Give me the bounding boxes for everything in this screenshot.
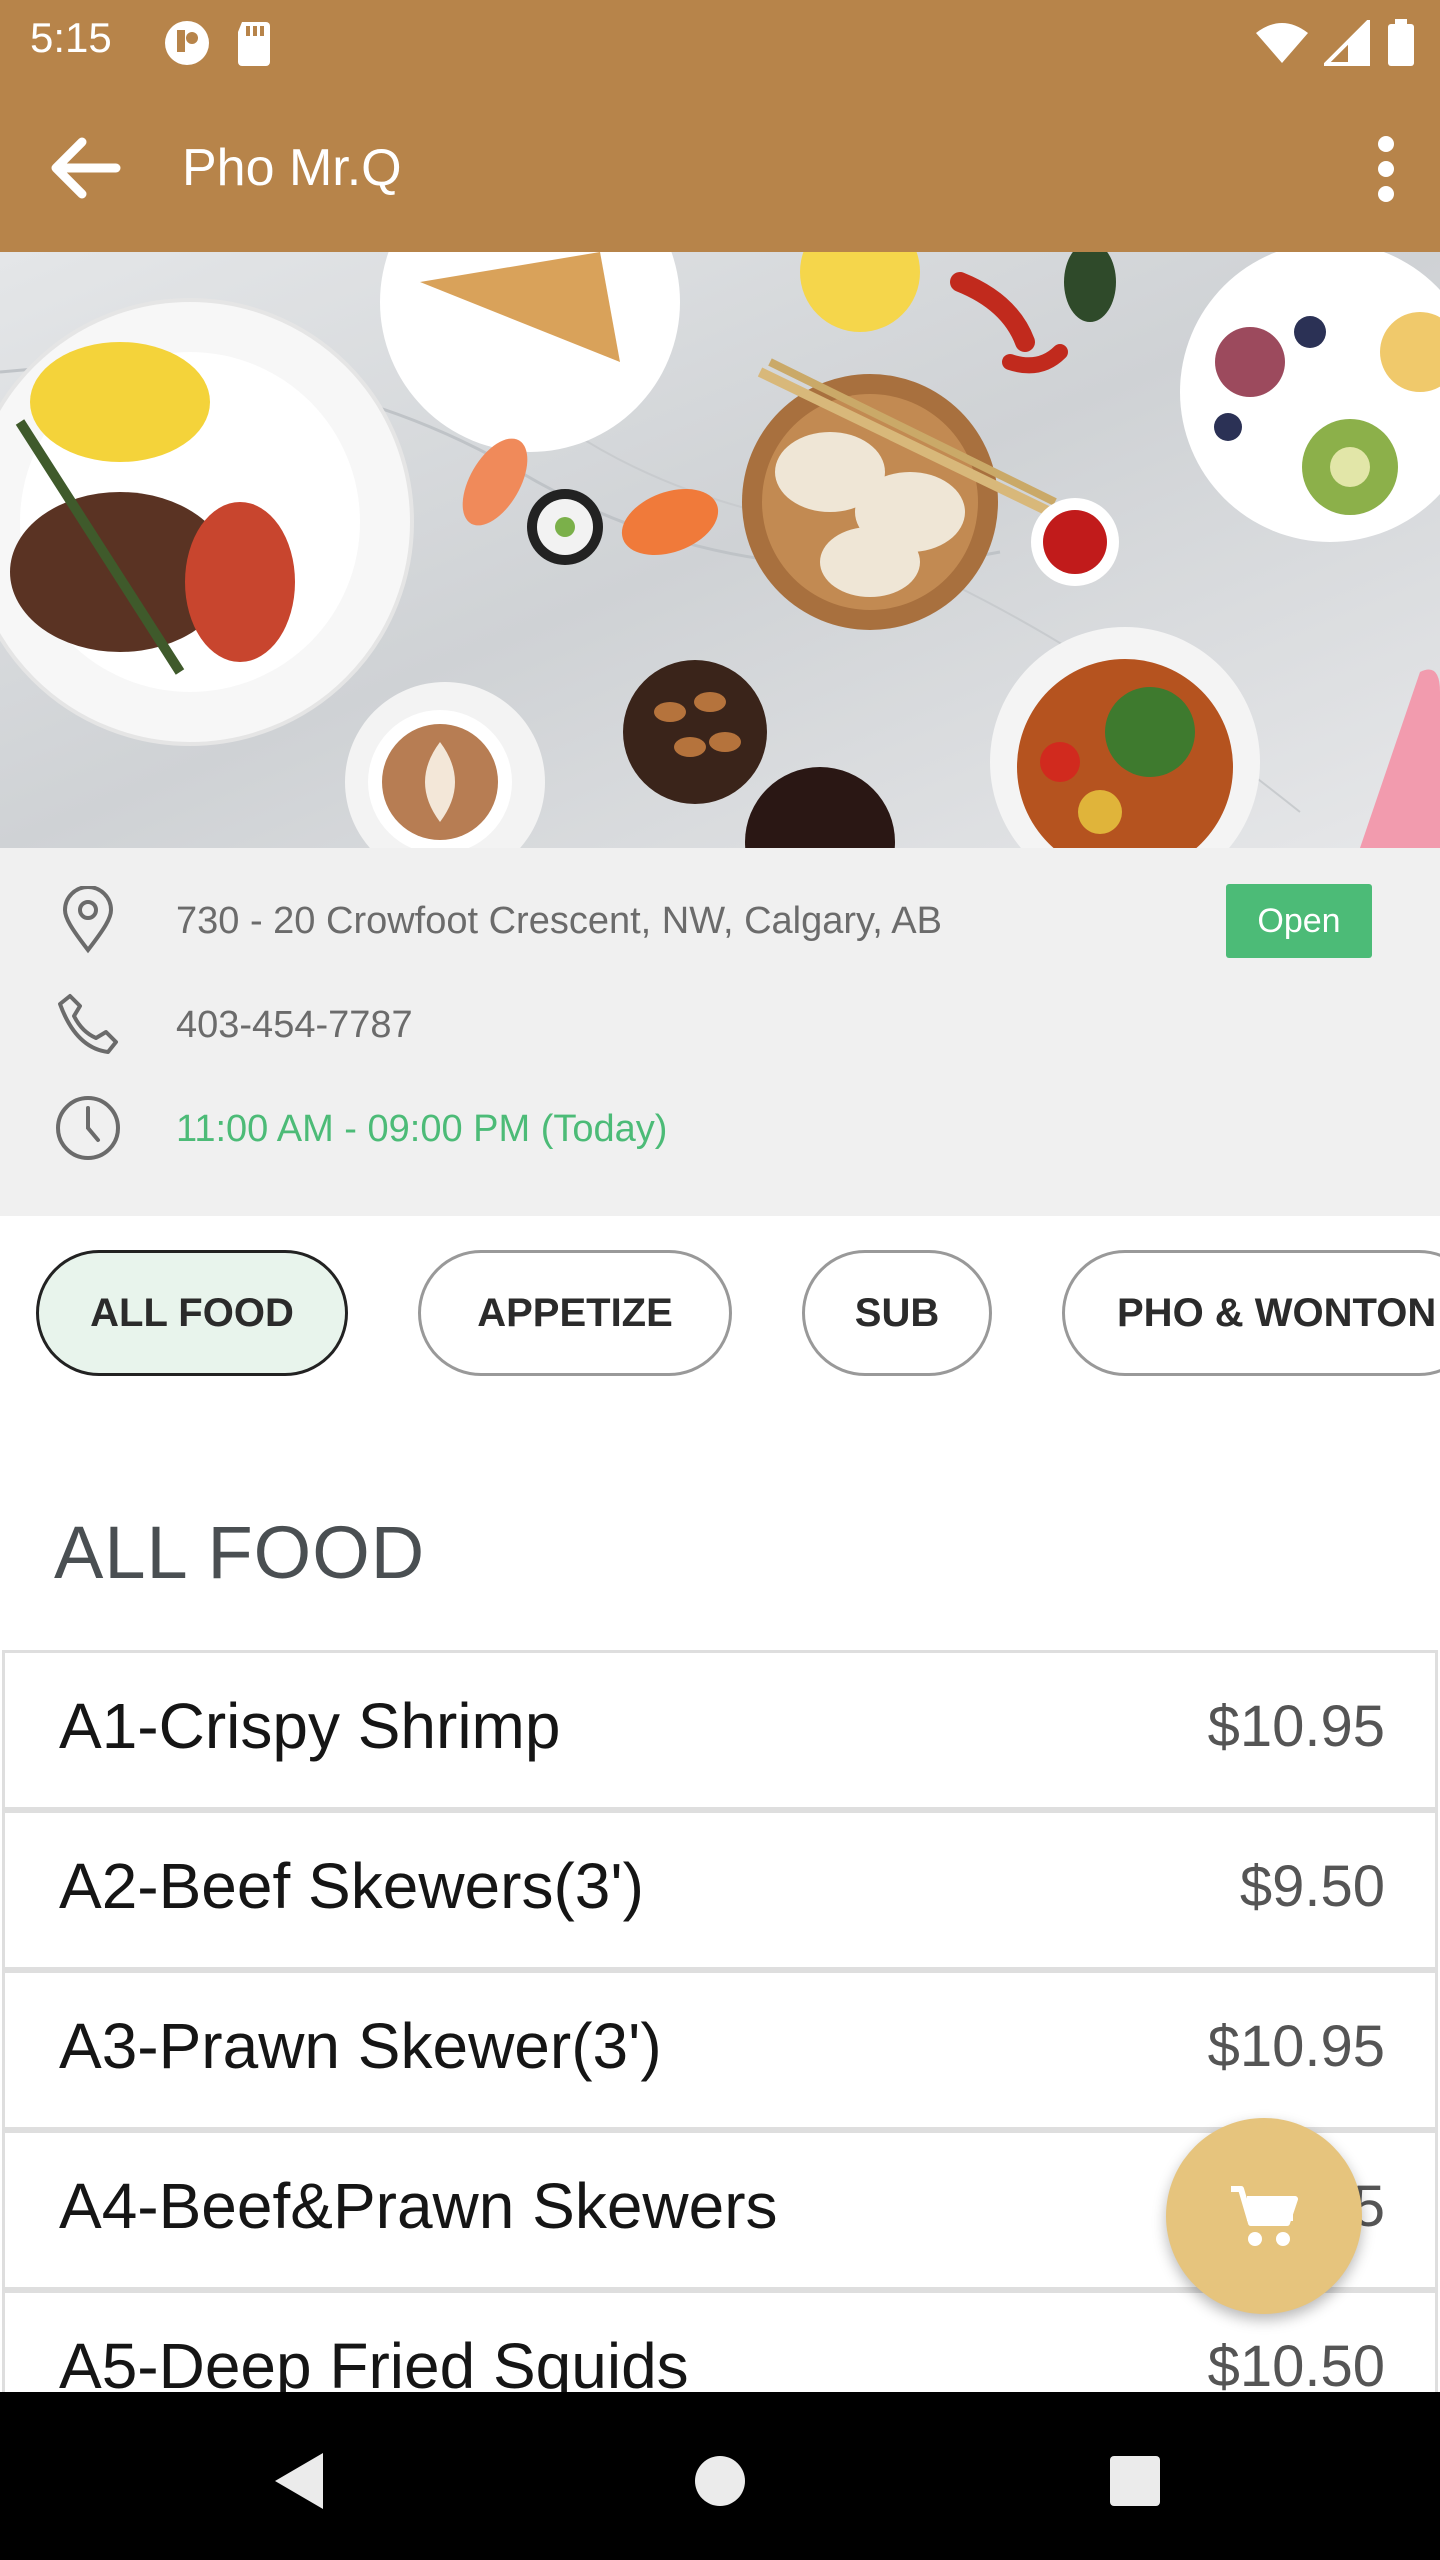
phone-text: 403-454-7787: [176, 1004, 413, 1046]
system-navigation-bar: [0, 2392, 1440, 2560]
menu-item-price: $10.50: [1207, 2334, 1385, 2392]
restaurant-banner-image: [0, 252, 1440, 848]
triangle-back-icon: [275, 2453, 323, 2509]
more-vertical-icon: [1378, 136, 1394, 202]
restaurant-info-panel: 730 - 20 Crowfoot Crescent, NW, Calgary,…: [0, 848, 1440, 1216]
open-status-badge: Open: [1226, 884, 1372, 958]
square-recents-icon: [1110, 2456, 1160, 2506]
address-row[interactable]: 730 - 20 Crowfoot Crescent, NW, Calgary,…: [0, 884, 1440, 964]
wifi-icon: [1254, 21, 1310, 70]
section-title: ALL FOOD: [54, 1511, 426, 1594]
nav-recents-button[interactable]: [1090, 2436, 1180, 2526]
menu-item[interactable]: A5-Deep Fried Squids $10.50: [2, 2290, 1438, 2392]
chip-all-food[interactable]: ALL FOOD: [36, 1250, 348, 1376]
more-options-button[interactable]: [1350, 124, 1422, 214]
chip-appetize[interactable]: APPETIZE: [418, 1250, 732, 1376]
address-text: 730 - 20 Crowfoot Crescent, NW, Calgary,…: [176, 900, 942, 942]
nav-back-button[interactable]: [254, 2436, 344, 2526]
page-title: Pho Mr.Q: [182, 139, 402, 197]
shopping-cart-icon: [1231, 2186, 1298, 2246]
app-bar: Pho Mr.Q: [0, 84, 1440, 252]
menu-item-price: $10.95: [1207, 2014, 1385, 2079]
battery-icon: [1386, 18, 1416, 73]
hours-text: 11:00 AM - 09:00 PM (Today): [176, 1108, 668, 1150]
notification-icon: [162, 18, 212, 73]
sd-card-icon: [234, 18, 274, 73]
menu-item-name: A1-Crispy Shrimp: [59, 1690, 561, 1762]
chip-pho-wonton[interactable]: PHO & WONTON: [1062, 1250, 1440, 1376]
menu-item[interactable]: A2-Beef Skewers(3') $9.50: [2, 1810, 1438, 1970]
phone-row[interactable]: 403-454-7787: [0, 988, 1440, 1068]
cart-button[interactable]: [1166, 2118, 1362, 2314]
menu-item-price: $10.95: [1207, 1694, 1385, 1759]
category-chips: ALL FOOD APPETIZE SUB PHO & WONTON: [0, 1216, 1440, 1426]
status-system-icons: [1254, 17, 1416, 73]
menu-item[interactable]: A3-Prawn Skewer(3') $10.95: [2, 1970, 1438, 2130]
menu-item-price: $9.50: [1239, 1854, 1385, 1919]
chip-sub[interactable]: SUB: [802, 1250, 992, 1376]
nav-home-button[interactable]: [675, 2436, 765, 2526]
phone-icon: [52, 988, 124, 1060]
clock-icon: [52, 1092, 124, 1164]
location-pin-icon: [52, 884, 124, 956]
menu-item-name: A3-Prawn Skewer(3'): [59, 2010, 662, 2082]
menu-item[interactable]: A1-Crispy Shrimp $10.95: [2, 1650, 1438, 1810]
circle-home-icon: [695, 2456, 745, 2506]
back-button[interactable]: [36, 128, 132, 208]
menu-item-name: A5-Deep Fried Squids: [59, 2330, 689, 2392]
status-bar: 5:15: [0, 0, 1440, 84]
status-time: 5:15: [30, 14, 112, 61]
hours-row: 11:00 AM - 09:00 PM (Today): [0, 1092, 1440, 1172]
status-notification-icons: [162, 18, 274, 73]
signal-icon: [1321, 17, 1372, 71]
menu-item-name: A4-Beef&Prawn Skewers: [59, 2170, 778, 2242]
arrow-left-icon: [51, 137, 121, 199]
menu-item-name: A2-Beef Skewers(3'): [59, 1850, 644, 1922]
